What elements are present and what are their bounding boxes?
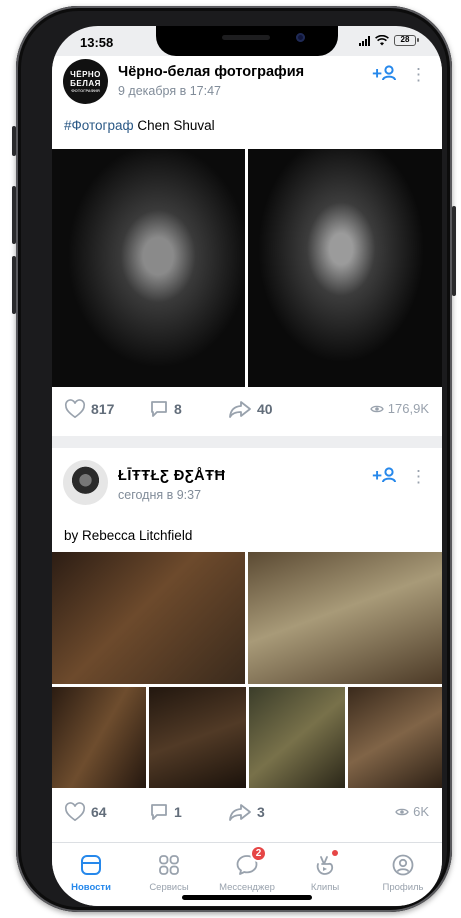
volume-up-button <box>12 186 16 244</box>
heart-icon <box>64 399 86 419</box>
tab-news[interactable]: Новости <box>52 851 130 893</box>
news-feed[interactable]: ЧЁРНО БЕЛАЯ ФОТОГРАФИЯ Чёрно-белая фотог… <box>52 56 442 843</box>
tab-clips[interactable]: Клипы <box>286 850 364 893</box>
status-time: 13:58 <box>80 35 114 50</box>
tab-label: Новости <box>71 882 111 893</box>
post-card: ЧЁРНО БЕЛАЯ ФОТОГРАФИЯ Чёрно-белая фотог… <box>52 56 442 436</box>
post-photo[interactable] <box>52 149 245 387</box>
post-text: by Rebecca Litchfield <box>64 528 193 543</box>
share-button[interactable]: 3 <box>228 802 265 822</box>
phone-frame: 13:58 28 ЧЁРНО БЕЛАЯ ФОТОГРАФИЯ Чёрно-бе… <box>12 6 456 912</box>
views-counter: 176,9K <box>370 401 429 416</box>
comment-button[interactable]: 8 <box>149 399 182 419</box>
tab-label: Мессенджер <box>219 882 275 893</box>
screen: 13:58 28 ЧЁРНО БЕЛАЯ ФОТОГРАФИЯ Чёрно-бе… <box>52 26 442 906</box>
like-count: 64 <box>91 804 107 820</box>
like-button[interactable]: 64 <box>64 802 107 822</box>
wifi-icon <box>375 35 389 46</box>
share-count: 40 <box>257 401 273 417</box>
person-icon <box>382 467 396 483</box>
post-actions: 64 1 3 6K <box>52 790 442 834</box>
tab-label: Профиль <box>382 882 424 893</box>
mute-switch <box>12 126 16 156</box>
notch <box>156 26 338 56</box>
services-icon <box>155 851 183 879</box>
post-photo[interactable] <box>52 552 245 684</box>
avatar-line: ЧЁРНО <box>70 69 101 79</box>
views-counter: 6K <box>395 804 429 819</box>
post-header: ЧЁРНО БЕЛАЯ ФОТОГРАФИЯ Чёрно-белая фотог… <box>52 56 442 111</box>
unread-badge: 2 <box>250 845 267 862</box>
avatar-line: БЕЛАЯ <box>70 78 101 88</box>
status-icons: 28 <box>359 35 419 46</box>
post-photo[interactable] <box>248 149 442 387</box>
eye-icon <box>395 808 409 815</box>
post-text: #Фотограф Chen Shuval <box>64 118 215 133</box>
comment-count: 1 <box>174 804 182 820</box>
profile-icon <box>389 851 417 879</box>
notification-dot <box>332 850 338 856</box>
avatar[interactable]: ЧЁРНО БЕЛАЯ ФОТОГРАФИЯ <box>63 59 108 104</box>
share-count: 3 <box>257 804 265 820</box>
post-photo[interactable] <box>249 687 345 788</box>
share-icon <box>229 401 251 418</box>
front-camera <box>296 33 305 42</box>
more-options-icon[interactable]: ⋮ <box>410 468 427 485</box>
comment-icon <box>151 804 167 820</box>
post-card: ŁĪŦŦŁƸ ĐƸÅŦĦ сегодня в 9:37 + ⋮ by Rebec… <box>52 448 442 843</box>
power-button <box>452 206 456 296</box>
volume-down-button <box>12 256 16 314</box>
messenger-icon: 2 <box>233 845 267 879</box>
avatar[interactable] <box>63 460 108 505</box>
share-icon <box>229 804 251 821</box>
follow-button[interactable]: + <box>372 64 396 84</box>
tab-label: Сервисы <box>149 882 189 893</box>
comment-button[interactable]: 1 <box>149 802 182 822</box>
views-count: 6K <box>413 804 429 819</box>
share-button[interactable]: 40 <box>228 399 273 419</box>
tab-services[interactable]: Сервисы <box>130 851 208 893</box>
post-author[interactable]: Чёрно-белая фотография <box>118 64 304 80</box>
news-icon <box>77 851 105 879</box>
post-actions: 817 8 40 176,9K <box>52 387 442 431</box>
battery-icon: 28 <box>394 35 419 46</box>
follow-plus: + <box>372 64 382 83</box>
avatar-line: ФОТОГРАФИЯ <box>71 87 100 93</box>
eye-icon <box>370 405 384 412</box>
more-options-icon[interactable]: ⋮ <box>410 66 427 83</box>
post-text-body: Chen Shuval <box>133 118 215 133</box>
home-indicator <box>182 895 312 900</box>
bottom-tab-bar: Новости Сервисы 2 Мессенджер Клипы Профи… <box>52 842 442 906</box>
tab-messenger[interactable]: 2 Мессенджер <box>208 845 286 893</box>
post-date: 9 декабря в 17:47 <box>118 84 221 98</box>
follow-button[interactable]: + <box>372 466 396 486</box>
tab-label: Клипы <box>310 882 340 893</box>
heart-icon <box>64 802 86 822</box>
post-author[interactable]: ŁĪŦŦŁƸ ĐƸÅŦĦ <box>118 468 225 484</box>
comment-icon <box>151 401 167 417</box>
follow-plus: + <box>372 466 382 485</box>
tab-profile[interactable]: Профиль <box>364 851 442 893</box>
post-photo[interactable] <box>248 552 442 684</box>
views-count: 176,9K <box>387 401 429 416</box>
post-photo[interactable] <box>52 687 146 788</box>
like-button[interactable]: 817 <box>64 399 114 419</box>
post-photo[interactable] <box>348 687 442 788</box>
post-header: ŁĪŦŦŁƸ ĐƸÅŦĦ сегодня в 9:37 + ⋮ <box>52 448 442 518</box>
post-date: сегодня в 9:37 <box>118 488 202 502</box>
clips-icon <box>311 850 339 879</box>
person-icon <box>382 65 396 81</box>
signal-icon <box>359 35 370 46</box>
like-count: 817 <box>91 401 115 417</box>
hashtag-link[interactable]: #Фотограф <box>64 118 134 133</box>
post-photo[interactable] <box>149 687 246 788</box>
comment-count: 8 <box>174 401 182 417</box>
speaker <box>222 35 270 40</box>
